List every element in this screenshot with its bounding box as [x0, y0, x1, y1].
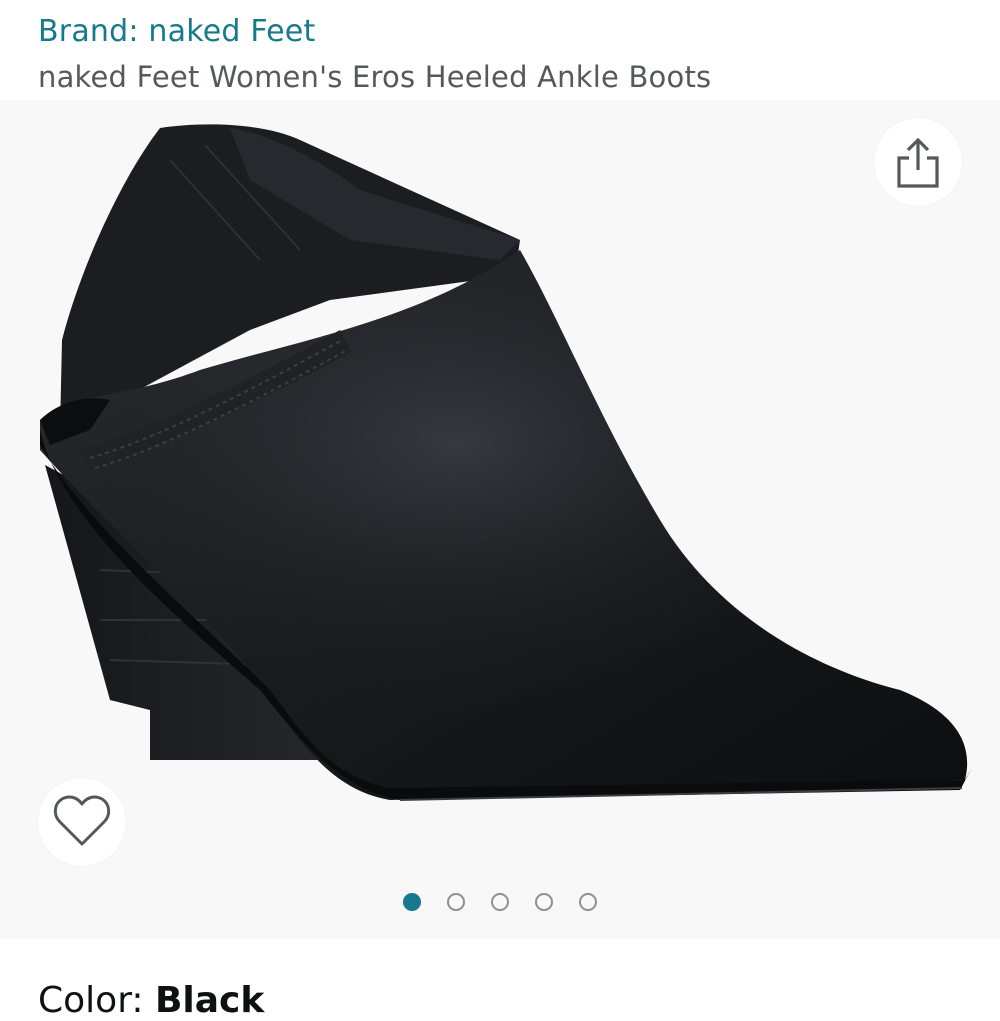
pagination-dot-1[interactable]: [403, 893, 421, 911]
brand-link[interactable]: Brand: naked Feet: [38, 14, 315, 49]
color-selection-label: Color: Black: [38, 980, 264, 1021]
color-value: Black: [154, 980, 265, 1021]
pagination-dot-4[interactable]: [535, 893, 553, 911]
wishlist-button[interactable]: [38, 778, 126, 866]
color-label: Color:: [38, 980, 155, 1021]
product-image[interactable]: [0, 100, 1000, 880]
share-icon: [897, 137, 939, 188]
share-button[interactable]: [874, 118, 962, 206]
image-gallery[interactable]: [0, 100, 1000, 938]
pagination-dot-2[interactable]: [447, 893, 465, 911]
heart-icon: [53, 795, 111, 846]
image-pagination[interactable]: [0, 888, 1000, 916]
pagination-dot-5[interactable]: [579, 893, 597, 911]
product-title: naked Feet Women's Eros Heeled Ankle Boo…: [38, 60, 712, 94]
pagination-dot-3[interactable]: [491, 893, 509, 911]
